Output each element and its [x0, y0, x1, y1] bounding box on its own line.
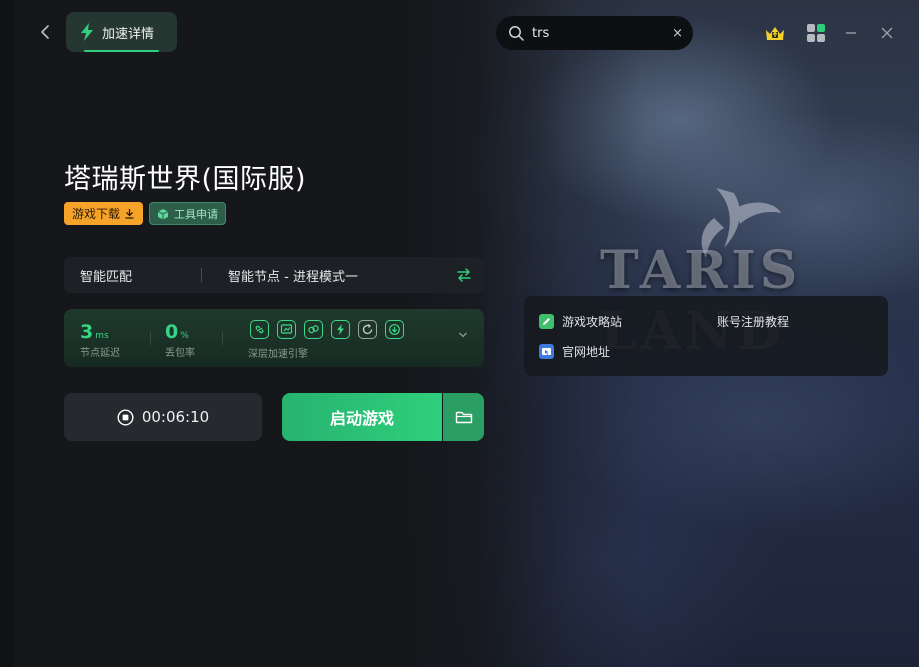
stop-icon: [117, 408, 134, 426]
apps-grid-icon[interactable]: [805, 22, 827, 44]
download-label: 游戏下载: [72, 207, 121, 221]
close-icon[interactable]: [876, 22, 898, 44]
folder-icon: [455, 411, 472, 423]
packet-loss-stat: 0% 丢包率: [165, 321, 195, 359]
website-icon: [539, 344, 554, 359]
launch-game-button[interactable]: 启动游戏: [282, 393, 442, 441]
tool-request-label: 工具申请: [174, 207, 218, 221]
search-icon: [509, 26, 524, 41]
screen-engine-icon[interactable]: [277, 320, 296, 339]
link-official-site[interactable]: 官网地址: [539, 343, 610, 360]
link-engine-icon[interactable]: [250, 320, 269, 339]
link-game-guide[interactable]: 游戏攻略站: [539, 313, 622, 330]
game-title: 塔瑞斯世界(国际服): [64, 164, 307, 195]
loss-value: 0: [165, 321, 179, 343]
download-engine-icon[interactable]: [385, 320, 404, 339]
latency-stat: 3 ms 节点延迟: [80, 321, 120, 359]
node-mode-bar: 智能匹配 智能节点 - 进程模式一: [64, 257, 484, 293]
official-label: 官网地址: [562, 345, 611, 359]
node-selector[interactable]: 智能节点 - 进程模式一: [202, 266, 444, 285]
timer-text: 00:06:10: [141, 408, 210, 426]
back-arrow-icon[interactable]: [36, 22, 56, 42]
engine-icons: [250, 320, 404, 339]
game-download-badge[interactable]: 游戏下载: [64, 202, 144, 225]
guide-label: 游戏攻略站: [562, 315, 623, 329]
left-edge-strip: [0, 0, 14, 667]
stats-divider: [150, 331, 151, 345]
register-label: 账号注册教程: [717, 315, 790, 329]
clear-search-icon[interactable]: ×: [672, 26, 683, 41]
loss-unit: %: [180, 331, 189, 341]
latency-unit: ms: [95, 331, 109, 341]
search-box[interactable]: ×: [496, 16, 693, 50]
cloud-engine-icon[interactable]: [304, 320, 323, 339]
link-account-register[interactable]: 账号注册教程: [717, 313, 789, 330]
tab-label: 加速详情: [102, 26, 155, 42]
tool-request-badge[interactable]: 工具申请: [149, 202, 226, 225]
cube-icon: [157, 208, 169, 219]
boost-engine-icon[interactable]: [331, 320, 350, 339]
swap-arrows-icon: [457, 268, 471, 282]
pencil-icon: [539, 314, 554, 329]
engine-label: 深层加速引擎: [248, 349, 308, 360]
match-mode-selector[interactable]: 智能匹配: [64, 266, 201, 285]
switch-node-button[interactable]: [444, 268, 484, 282]
minimize-icon[interactable]: [840, 22, 862, 44]
stats-divider: [222, 331, 223, 345]
loss-label: 丢包率: [165, 348, 195, 359]
tab-acceleration-details[interactable]: 加速详情: [66, 12, 177, 52]
game-links-panel: 游戏攻略站 账号注册教程 官网地址: [524, 296, 888, 376]
stop-acceleration-button[interactable]: 00:06:10: [64, 393, 262, 441]
refresh-engine-icon[interactable]: [358, 320, 377, 339]
acceleration-stats-panel: 3 ms 节点延迟 0% 丢包率 深层加速引擎: [64, 309, 484, 367]
latency-label: 节点延迟: [80, 348, 120, 359]
download-icon: [125, 209, 134, 219]
chevron-down-icon[interactable]: [458, 331, 468, 339]
lightning-icon: [81, 23, 93, 41]
search-input[interactable]: [530, 24, 673, 42]
latency-value: 3: [80, 321, 94, 343]
crown-upload-icon[interactable]: [764, 21, 786, 43]
open-folder-button[interactable]: [443, 393, 484, 441]
